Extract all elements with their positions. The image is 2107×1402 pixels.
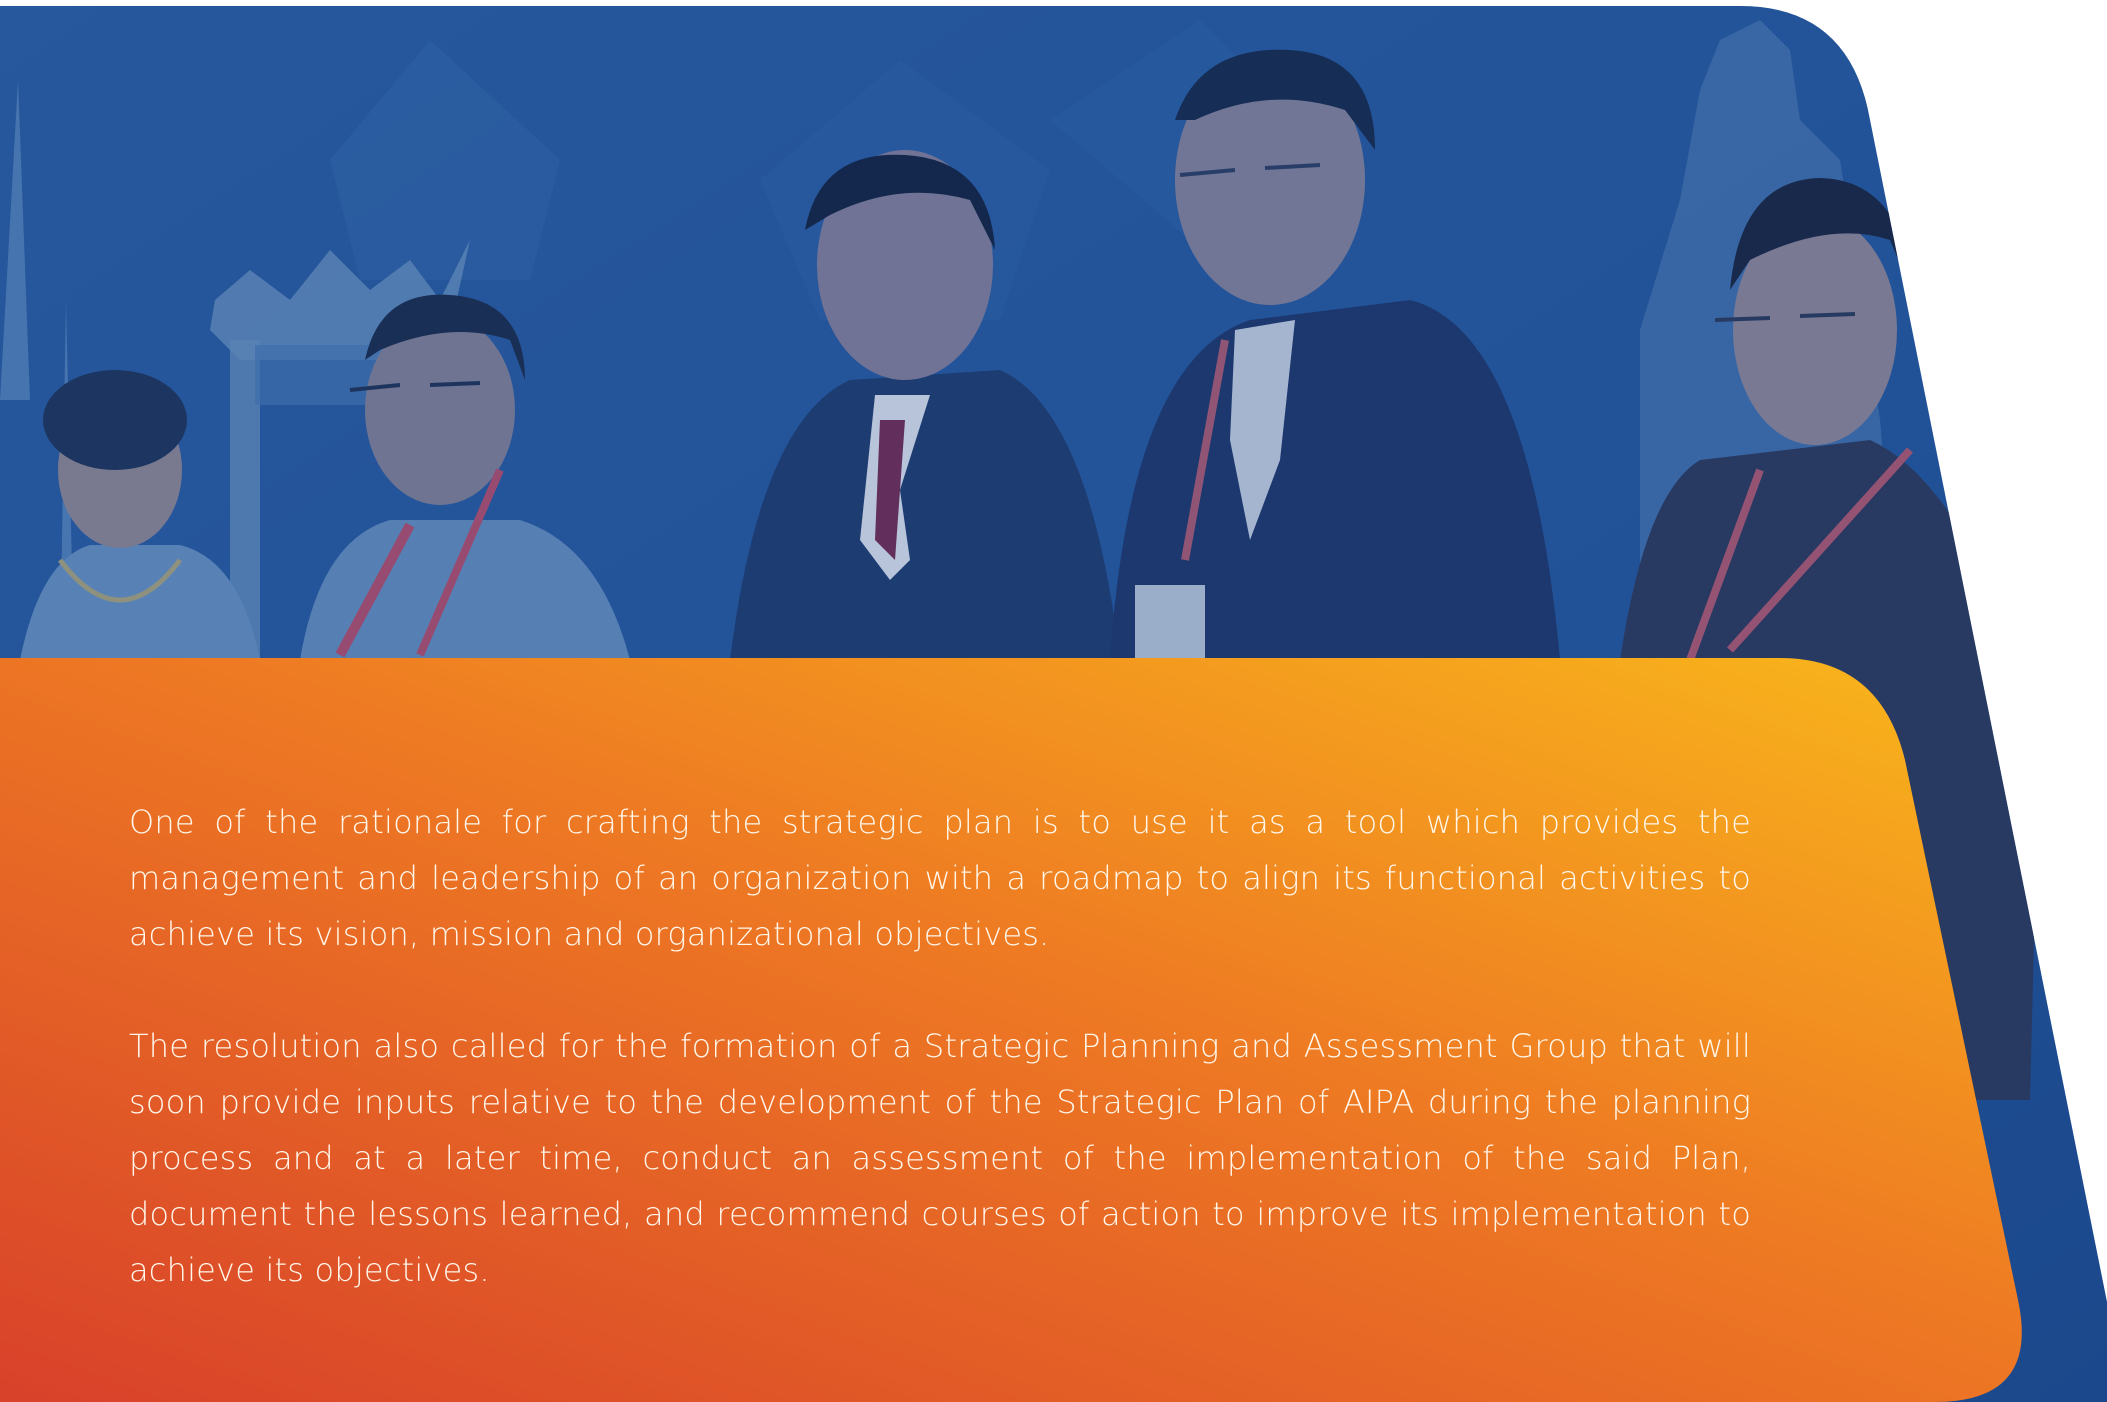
paragraph-resolution: The resolution also called for the forma… <box>129 1027 1751 1289</box>
paragraph-rationale: One of the rationale for crafting the st… <box>129 803 1751 953</box>
text-card: One of the rationale for crafting the st… <box>0 0 2107 1402</box>
page: One of the rationale for crafting the st… <box>0 0 2107 1402</box>
body-text: One of the rationale for crafting the st… <box>129 794 1751 1354</box>
